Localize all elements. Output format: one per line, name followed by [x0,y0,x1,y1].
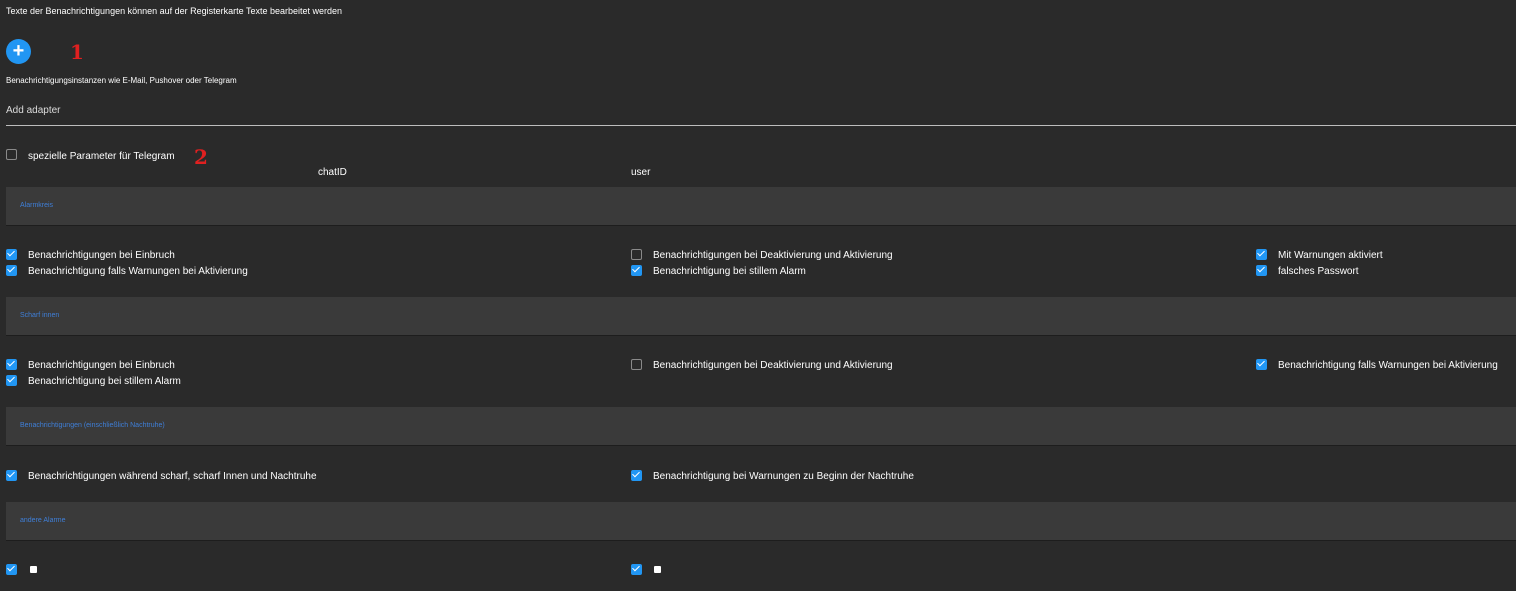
label-mit-warnungen: Mit Warnungen aktiviert [1278,250,1383,261]
add-adapter-underline [6,125,1516,126]
checkbox-deaktivierung-aktivierung[interactable] [631,249,642,260]
add-adapter-field-label[interactable]: Add adapter [6,105,61,116]
column-header-chatid: chatID [318,167,347,178]
checkbox-stiller-alarm[interactable] [631,265,642,276]
label-warnungen-aktivierung: Benachrichtigung falls Warnungen bei Akt… [28,266,248,277]
section-header-nachtruhe: Benachrichtigungen (einschließlich Nacht… [6,407,1516,446]
label-einbruch: Benachrichtigungen bei Einbruch [28,250,175,261]
checkbox-andere-alarm-2[interactable] [631,564,642,575]
checkbox-innen-warnungen-aktivierung[interactable] [1256,359,1267,370]
checkbox-innen-einbruch[interactable] [6,359,17,370]
label-innen-deaktivierung: Benachrichtigungen bei Deaktivierung und… [653,360,893,371]
checkbox-warnungen-nachtruhe[interactable] [631,470,642,481]
small-square-icon [654,566,661,573]
telegram-params-label: spezielle Parameter für Telegram [28,151,175,162]
instances-hint: Benachrichtigungsinstanzen wie E-Mail, P… [6,76,237,85]
checkbox-warnungen-aktivierung[interactable] [6,265,17,276]
label-innen-einbruch: Benachrichtigungen bei Einbruch [28,360,175,371]
label-deaktivierung-aktivierung: Benachrichtigungen bei Deaktivierung und… [653,250,893,261]
annotation-marker-2: 2 [194,145,208,169]
section-title: Benachrichtigungen (einschließlich Nacht… [20,422,165,429]
section-title: andere Alarme [20,517,66,524]
label-warnungen-nachtruhe: Benachrichtigung bei Warnungen zu Beginn… [653,471,914,482]
checkbox-innen-deaktivierung[interactable] [631,359,642,370]
telegram-params-checkbox[interactable] [6,149,17,160]
label-innen-warnungen-aktivierung: Benachrichtigung falls Warnungen bei Akt… [1278,360,1498,371]
checkbox-mit-warnungen[interactable] [1256,249,1267,260]
section-title: Scharf innen [20,312,60,319]
label-scharf-nachtruhe: Benachrichtigungen während scharf, schar… [28,471,317,482]
checkbox-innen-stiller-alarm[interactable] [6,375,17,386]
section-header-andere-alarme: andere Alarme [6,502,1516,541]
label-innen-stiller-alarm: Benachrichtigung bei stillem Alarm [28,376,181,387]
label-falsches-passwort: falsches Passwort [1278,266,1359,277]
info-text: Texte der Benachrichtigungen können auf … [6,6,343,16]
section-title: Alarmkreis [20,202,54,209]
checkbox-falsches-passwort[interactable] [1256,265,1267,276]
label-stiller-alarm: Benachrichtigung bei stillem Alarm [653,266,806,277]
column-header-user: user [631,167,651,178]
section-header-alarmkreis: Alarmkreis [6,187,1516,226]
checkbox-scharf-nachtruhe[interactable] [6,470,17,481]
checkbox-einbruch[interactable] [6,249,17,260]
section-header-scharf-innen: Scharf innen [6,297,1516,336]
add-instance-button[interactable]: + [6,39,31,64]
small-square-icon [30,566,37,573]
checkbox-andere-alarm-1[interactable] [6,564,17,575]
annotation-marker-1: 1 [70,40,84,64]
